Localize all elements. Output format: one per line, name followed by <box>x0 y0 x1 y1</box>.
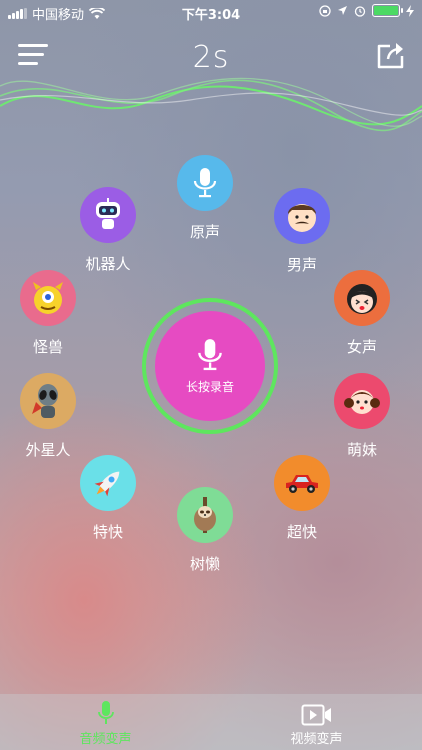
man-face-icon <box>288 204 316 232</box>
record-button-label: 长按录音 <box>185 379 234 394</box>
effect-sloth[interactable]: 树懒 <box>170 487 240 574</box>
location-icon <box>338 6 347 15</box>
monster-icon <box>33 282 63 314</box>
effect-sloth-label: 树懒 <box>189 555 220 573</box>
tab-audio-voice-change[interactable]: 音频变声 <box>0 694 211 750</box>
battery-icon <box>372 4 403 17</box>
charging-icon <box>406 4 414 17</box>
rotation-lock-icon <box>319 4 331 17</box>
car-icon <box>286 475 318 493</box>
effect-original[interactable]: 原声 <box>170 155 240 242</box>
effect-alien[interactable]: 外星人 <box>13 373 83 460</box>
robot-icon <box>96 198 120 229</box>
tab-audio-label: 音频变声 <box>79 732 132 747</box>
microphone-icon <box>193 168 217 198</box>
effect-monster-label: 怪兽 <box>32 338 63 356</box>
effect-female[interactable]: 女声 <box>327 270 397 357</box>
effect-cute-girl-label: 萌妹 <box>346 441 377 459</box>
microphone-icon <box>198 338 222 370</box>
record-button-ring: 长按录音 <box>142 298 278 434</box>
effect-male-circle <box>274 188 330 244</box>
effect-very-fast-label: 特快 <box>92 523 123 541</box>
effect-male[interactable]: 男声 <box>267 188 337 275</box>
effect-alien-circle <box>20 373 76 429</box>
effect-robot[interactable]: 机器人 <box>73 187 143 274</box>
effect-female-circle <box>334 270 390 326</box>
sloth-icon <box>194 497 216 533</box>
video-camera-icon <box>301 704 331 726</box>
status-bar: 中国移动 下午3:04 <box>0 0 422 24</box>
effect-very-fast-circle <box>80 455 136 511</box>
girl-face-icon <box>344 390 380 414</box>
effect-monster-circle <box>20 270 76 326</box>
effect-original-label: 原声 <box>189 223 220 241</box>
effect-super-fast[interactable]: 超快 <box>267 455 337 542</box>
effect-robot-circle <box>80 187 136 243</box>
effect-monster[interactable]: 怪兽 <box>13 270 83 357</box>
alien-icon <box>32 384 58 418</box>
effect-super-fast-circle <box>274 455 330 511</box>
microphone-icon <box>97 701 114 724</box>
effect-original-circle <box>177 155 233 211</box>
tab-video-voice-change[interactable]: 视频变声 <box>211 694 422 750</box>
record-button[interactable]: 长按录音 <box>155 311 265 421</box>
effect-female-label: 女声 <box>346 338 377 356</box>
effect-cute-girl[interactable]: 萌妹 <box>327 373 397 460</box>
alarm-icon <box>354 5 366 17</box>
rocket-icon <box>94 471 120 497</box>
status-right <box>319 4 414 17</box>
effect-robot-label: 机器人 <box>85 255 131 273</box>
effect-very-fast[interactable]: 特快 <box>73 455 143 542</box>
effect-cute-girl-circle <box>334 373 390 429</box>
effect-super-fast-label: 超快 <box>286 523 317 541</box>
tab-bar: 音频变声 视频变声 <box>0 694 422 750</box>
audio-waveform <box>0 77 422 132</box>
woman-face-icon <box>347 284 377 314</box>
effect-sloth-circle <box>177 487 233 543</box>
tab-video-label: 视频变声 <box>290 732 343 747</box>
